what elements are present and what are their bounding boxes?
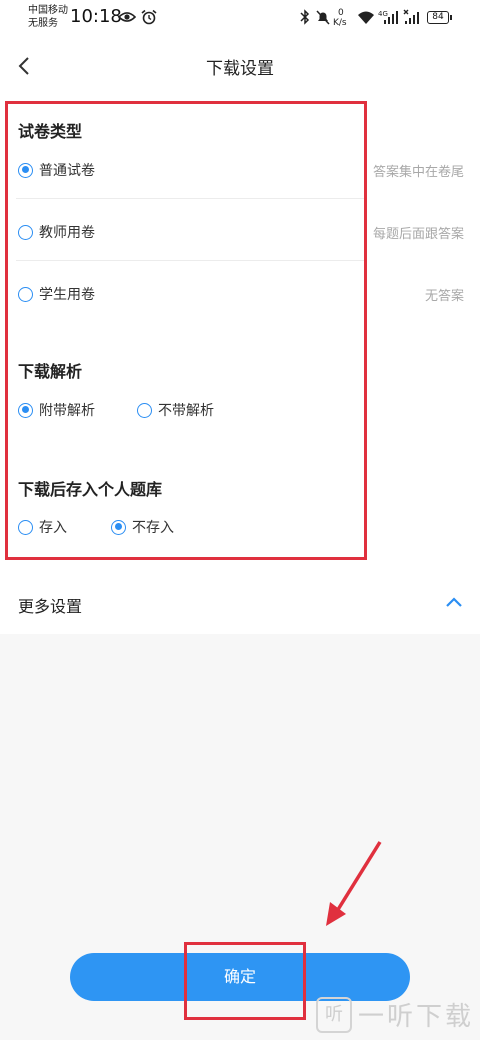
option-description: 无答案 (424, 289, 464, 304)
eye-icon (118, 12, 136, 22)
annotation-arrow-icon (326, 841, 382, 926)
more-settings-row[interactable]: 更多设置 (0, 574, 480, 634)
alarm-icon (141, 9, 157, 25)
signal-nosim-icon (403, 9, 419, 24)
battery-indicator: 84 (427, 11, 452, 24)
speed-unit: K/s (333, 18, 347, 28)
mute-icon (316, 10, 330, 25)
speed-value: 0 (338, 8, 344, 18)
annotation-button-box (184, 942, 306, 1020)
watermark: 听 一听下载 (315, 996, 474, 1033)
bluetooth-icon (300, 9, 310, 25)
clock: 10:18 (70, 6, 122, 27)
wifi-icon (358, 11, 374, 24)
more-settings-label: 更多设置 (18, 597, 83, 616)
watermark-logo-icon: 听 (315, 996, 352, 1033)
carrier-name: 中国移动 (28, 5, 68, 16)
chevron-up-icon[interactable] (444, 594, 464, 610)
watermark-text: 一听下载 (357, 1002, 474, 1032)
carrier-status: 无服务 (28, 18, 58, 29)
carrier-info: 中国移动 无服务 (28, 4, 68, 30)
status-bar: 中国移动 无服务 10:18 0 K/s 4G 84 (0, 0, 480, 36)
header: 下载设置 (0, 36, 480, 96)
annotation-highlight-box (5, 101, 367, 560)
page-title: 下载设置 (206, 59, 274, 79)
option-description: 每题后面跟答案 (372, 227, 464, 242)
option-description: 答案集中在卷尾 (372, 165, 464, 180)
signal-icon (384, 11, 398, 24)
